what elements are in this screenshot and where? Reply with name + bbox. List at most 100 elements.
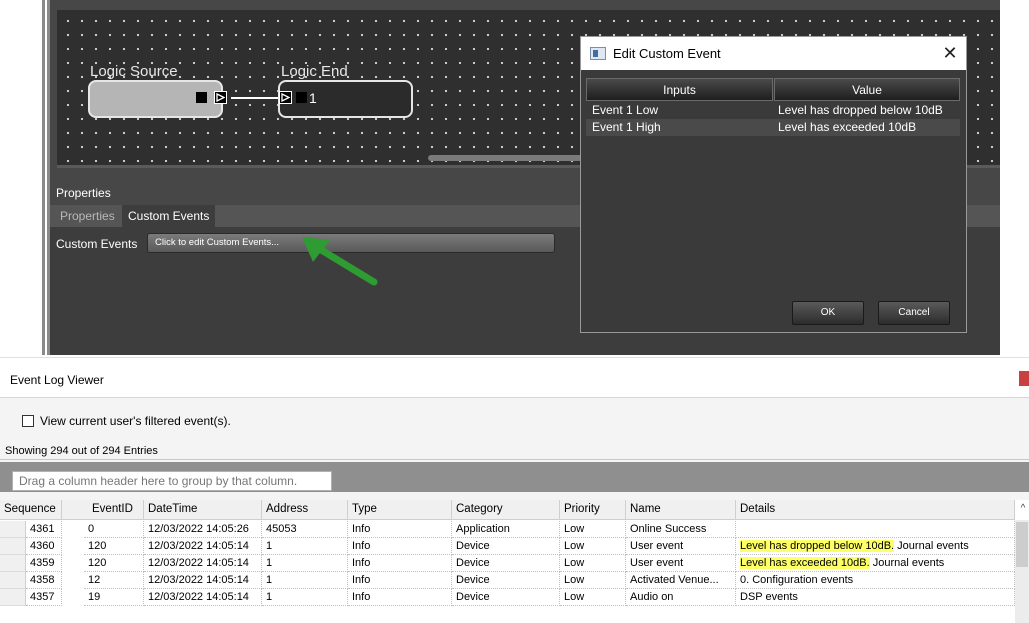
type-cell: Info: [348, 555, 452, 572]
event-input-cell: Event 1 Low: [592, 103, 659, 117]
sequence-cell: 4359: [26, 555, 62, 572]
eventid-cell: 120: [84, 538, 144, 555]
type-cell: Info: [348, 521, 452, 538]
tab-custom-events[interactable]: Custom Events: [122, 205, 216, 227]
column-header-name[interactable]: Name: [626, 500, 736, 520]
window-app-icon: [590, 47, 606, 60]
priority-cell: Low: [560, 572, 626, 589]
column-header-type[interactable]: Type: [348, 500, 452, 520]
table-row[interactable]: 4359 120 12/03/2022 14:05:14 1 Info Device Low…: [0, 555, 1015, 572]
column-header-sequence[interactable]: Sequence: [0, 500, 62, 520]
detail-text: Journal events: [869, 557, 945, 569]
dialog-title: Edit Custom Event: [613, 46, 721, 61]
row-selector[interactable]: [0, 572, 26, 589]
type-cell: Info: [348, 538, 452, 555]
logic-source-pin: [196, 92, 207, 103]
name-cell: Online Success: [626, 521, 736, 538]
details-cell: 0. Configuration events: [736, 572, 1015, 589]
row-selector[interactable]: [0, 521, 26, 538]
datetime-cell: 12/03/2022 14:05:14: [144, 538, 262, 555]
column-header-inputs[interactable]: Inputs: [586, 78, 773, 101]
divider: [0, 357, 1029, 358]
close-icon[interactable]: ✕: [939, 42, 961, 64]
details-cell: Level has exceeded 10dB. Journal events: [736, 555, 1015, 572]
address-cell: 45053: [262, 521, 348, 538]
category-cell: Device: [452, 555, 560, 572]
row-selector[interactable]: [0, 589, 26, 606]
filter-events-checkbox[interactable]: [22, 415, 34, 427]
connection-wire[interactable]: [231, 97, 283, 99]
dialog-titlebar[interactable]: Edit Custom Event ✕: [581, 37, 966, 70]
column-header-eventid[interactable]: EventID: [62, 500, 144, 520]
event-input-cell: Event 1 High: [592, 120, 661, 134]
logic-end-pin: [296, 92, 307, 103]
detail-text: DSP events: [740, 591, 798, 603]
filter-events-label[interactable]: View current user's filtered event(s).: [40, 414, 231, 428]
table-row[interactable]: 4358 12 12/03/2022 14:05:14 1 Info Device Low A…: [0, 572, 1015, 589]
type-cell: Info: [348, 589, 452, 606]
ok-button[interactable]: OK: [792, 301, 864, 325]
row-selector[interactable]: [0, 538, 26, 555]
priority-cell: Low: [560, 538, 626, 555]
custom-events-label: Custom Events: [56, 237, 138, 251]
detail-text: 0. Configuration events: [740, 574, 854, 586]
address-cell: 1: [262, 572, 348, 589]
sequence-cell: 4358: [26, 572, 62, 589]
logic-end-port-number: 1: [309, 90, 317, 106]
table-row[interactable]: 4361 0 12/03/2022 14:05:26 45053 Info Applica…: [0, 521, 1015, 538]
column-header-priority[interactable]: Priority: [560, 500, 626, 520]
name-cell: User event: [626, 555, 736, 572]
table-row[interactable]: 4357 19 12/03/2022 14:05:14 1 Info Device Low A…: [0, 589, 1015, 606]
group-by-dropzone[interactable]: Drag a column header here to group by th…: [12, 471, 332, 491]
datetime-cell: 12/03/2022 14:05:14: [144, 555, 262, 572]
cancel-button[interactable]: Cancel: [878, 301, 950, 325]
divider: [0, 459, 1029, 460]
details-cell: DSP events: [736, 589, 1015, 606]
column-header-address[interactable]: Address: [262, 500, 348, 520]
priority-cell: Low: [560, 555, 626, 572]
datetime-cell: 12/03/2022 14:05:14: [144, 572, 262, 589]
eventid-cell: 0: [84, 521, 144, 538]
event-value-cell[interactable]: Level has dropped below 10dB: [778, 103, 943, 117]
event-value-cell[interactable]: Level has exceeded 10dB: [778, 120, 916, 134]
type-cell: Info: [348, 572, 452, 589]
tab-properties[interactable]: Properties: [54, 205, 121, 227]
detail-text: Journal events: [894, 540, 969, 552]
sequence-cell: 4357: [26, 589, 62, 606]
table-row[interactable]: Event 1 High Level has exceeded 10dB: [586, 119, 960, 136]
input-port-icon[interactable]: [279, 91, 292, 104]
column-header-category[interactable]: Category: [452, 500, 560, 520]
column-header-value[interactable]: Value: [774, 78, 960, 101]
left-border: [42, 0, 45, 355]
window-close-icon[interactable]: [1019, 371, 1029, 386]
address-cell: 1: [262, 589, 348, 606]
row-selector[interactable]: [0, 555, 26, 572]
highlighted-detail: Level has dropped below 10dB.: [740, 540, 895, 552]
table-row[interactable]: Event 1 Low Level has dropped below 10dB: [586, 102, 960, 119]
address-cell: 1: [262, 555, 348, 572]
logic-end-label: Logic End: [281, 63, 348, 80]
name-cell: Activated Venue...: [626, 572, 736, 589]
column-header-details[interactable]: Details: [736, 500, 1015, 520]
sequence-cell: 4361: [26, 521, 62, 538]
address-cell: 1: [262, 538, 348, 555]
annotation-arrow-icon: [302, 237, 378, 286]
sequence-cell: 4360: [26, 538, 62, 555]
output-port-icon[interactable]: [214, 91, 227, 104]
scrollbar-thumb[interactable]: [1016, 522, 1028, 567]
name-cell: Audio on: [626, 589, 736, 606]
datetime-cell: 12/03/2022 14:05:26: [144, 521, 262, 538]
eventid-cell: 12: [84, 572, 144, 589]
category-cell: Application: [452, 521, 560, 538]
eventid-cell: 19: [84, 589, 144, 606]
table-row[interactable]: 4360 120 12/03/2022 14:05:14 1 Info Device Low…: [0, 538, 1015, 555]
canvas-horizontal-scrollbar[interactable]: [428, 155, 598, 161]
highlighted-detail: Level has exceeded 10dB.: [740, 557, 870, 569]
event-log-title: Event Log Viewer: [10, 373, 104, 387]
category-cell: Device: [452, 572, 560, 589]
priority-cell: Low: [560, 589, 626, 606]
scroll-up-icon[interactable]: ^: [1017, 503, 1029, 517]
priority-cell: Low: [560, 521, 626, 538]
column-header-datetime[interactable]: DateTime: [144, 500, 262, 520]
details-cell: [736, 521, 1015, 538]
